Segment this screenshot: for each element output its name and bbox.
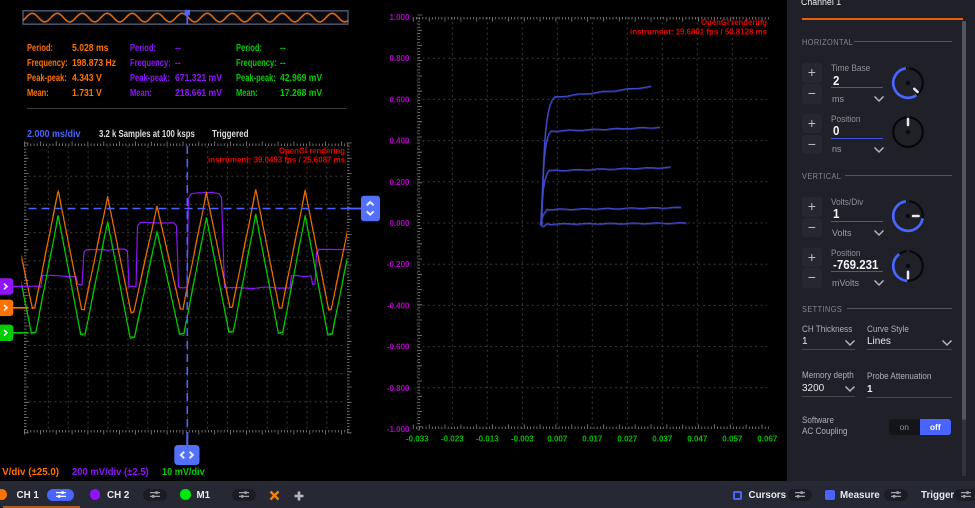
svg-text:0.047: 0.047 bbox=[687, 435, 708, 444]
svg-text:-0.033: -0.033 bbox=[406, 435, 429, 444]
svg-text:-1.000: -1.000 bbox=[387, 425, 410, 434]
svg-text:-0.400: -0.400 bbox=[387, 301, 410, 310]
svg-text:0.057: 0.057 bbox=[722, 435, 743, 444]
svg-text:OpenGl rendering: OpenGl rendering bbox=[701, 17, 767, 27]
svg-text:-0.003: -0.003 bbox=[511, 435, 534, 444]
svg-text:1.000: 1.000 bbox=[389, 13, 410, 22]
svg-text:-0.800: -0.800 bbox=[387, 384, 410, 393]
svg-text:0.400: 0.400 bbox=[389, 137, 410, 146]
svg-text:0.037: 0.037 bbox=[652, 435, 673, 444]
svg-text:0.600: 0.600 bbox=[389, 95, 410, 104]
svg-text:0.007: 0.007 bbox=[547, 435, 568, 444]
svg-text:0.800: 0.800 bbox=[389, 54, 410, 63]
svg-text:0.200: 0.200 bbox=[389, 178, 410, 187]
svg-text:0.067: 0.067 bbox=[757, 435, 778, 444]
svg-text:0.000: 0.000 bbox=[389, 219, 410, 228]
svg-text:-0.200: -0.200 bbox=[387, 260, 410, 269]
svg-text:0.017: 0.017 bbox=[582, 435, 603, 444]
svg-text:-0.023: -0.023 bbox=[441, 435, 464, 444]
svg-text:-0.600: -0.600 bbox=[387, 343, 410, 352]
svg-text:0.027: 0.027 bbox=[617, 435, 638, 444]
svg-text:-0.013: -0.013 bbox=[476, 435, 499, 444]
svg-text:instrument: 19.6801 fps / 50.8: instrument: 19.6801 fps / 50.8128 ms bbox=[630, 27, 767, 37]
